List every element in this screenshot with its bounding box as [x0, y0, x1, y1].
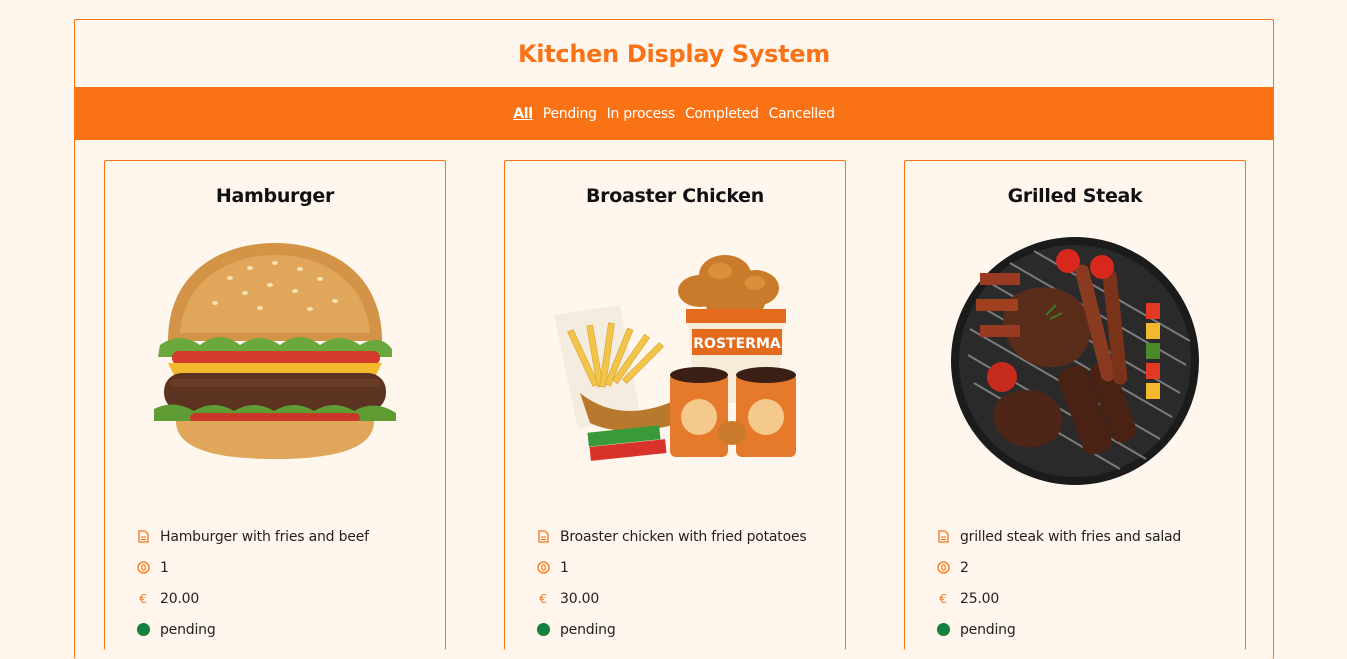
- status-dot-icon: [936, 623, 950, 637]
- order-cards: Hamburger Hamburger with fries and beef …: [104, 160, 1246, 650]
- order-description-row: grilled steak with fries and salad: [936, 521, 1236, 552]
- order-status: pending: [160, 621, 216, 638]
- nav-in-process[interactable]: In process: [607, 106, 676, 122]
- order-price: 25.00: [960, 590, 1000, 607]
- order-quantity: 1: [160, 559, 169, 576]
- order-quantity: 2: [960, 559, 969, 576]
- euro-icon: €: [139, 591, 147, 606]
- order-title: Grilled Steak: [1007, 185, 1143, 207]
- order-status: pending: [560, 621, 616, 638]
- euro-icon: €: [539, 591, 547, 606]
- document-icon: [136, 530, 150, 544]
- hamburger-image: [154, 243, 396, 459]
- order-description: Broaster chicken with fried potatoes: [560, 528, 807, 545]
- document-icon: [536, 530, 550, 544]
- grilled-steak-image: [951, 237, 1199, 485]
- order-details: grilled steak with fries and salad 2 € 2…: [936, 521, 1236, 645]
- coin-icon: [936, 561, 950, 575]
- order-description: grilled steak with fries and salad: [960, 528, 1182, 545]
- order-details: Broaster chicken with fried potatoes 1 €…: [536, 521, 836, 645]
- euro-icon: €: [939, 591, 947, 606]
- order-status-row: pending: [136, 614, 436, 645]
- nav-completed[interactable]: Completed: [685, 106, 759, 122]
- order-status-row: pending: [536, 614, 836, 645]
- order-price: 30.00: [560, 590, 600, 607]
- order-title: Broaster Chicken: [586, 185, 764, 207]
- kitchen-display-panel: Kitchen Display System All Pending In pr…: [74, 19, 1274, 659]
- order-quantity-row: 2: [936, 552, 1236, 583]
- document-icon: [936, 530, 950, 544]
- coin-icon: [536, 561, 550, 575]
- order-quantity-row: 1: [136, 552, 436, 583]
- order-quantity: 1: [560, 559, 569, 576]
- order-price-row: € 20.00: [136, 583, 436, 614]
- order-card-broaster-chicken[interactable]: Broaster Chicken ROSTERMA Broaster chick…: [504, 160, 846, 650]
- order-price-row: € 25.00: [936, 583, 1236, 614]
- nav-cancelled[interactable]: Cancelled: [769, 106, 835, 122]
- order-card-grilled-steak[interactable]: Grilled Steak grilled steak with fries a…: [904, 160, 1246, 650]
- order-quantity-row: 1: [536, 552, 836, 583]
- svg-text:ROSTERMA: ROSTERMA: [693, 336, 781, 352]
- order-description-row: Hamburger with fries and beef: [136, 521, 436, 552]
- coin-icon: [136, 561, 150, 575]
- order-title: Hamburger: [215, 185, 335, 207]
- order-description: Hamburger with fries and beef: [160, 528, 369, 545]
- order-price: 20.00: [160, 590, 200, 607]
- nav-pending[interactable]: Pending: [543, 106, 597, 122]
- broaster-chicken-image: ROSTERMA: [554, 255, 796, 461]
- order-price-row: € 30.00: [536, 583, 836, 614]
- order-details: Hamburger with fries and beef 1 € 20.00 …: [136, 521, 436, 645]
- nav-all[interactable]: All: [513, 106, 533, 122]
- order-description-row: Broaster chicken with fried potatoes: [536, 521, 836, 552]
- order-status: pending: [960, 621, 1016, 638]
- status-dot-icon: [536, 623, 550, 637]
- status-dot-icon: [136, 623, 150, 637]
- page-title: Kitchen Display System: [518, 39, 830, 68]
- order-card-hamburger[interactable]: Hamburger Hamburger with fries and beef …: [104, 160, 446, 650]
- order-status-row: pending: [936, 614, 1236, 645]
- status-filter-nav: All Pending In process Completed Cancell…: [75, 87, 1273, 140]
